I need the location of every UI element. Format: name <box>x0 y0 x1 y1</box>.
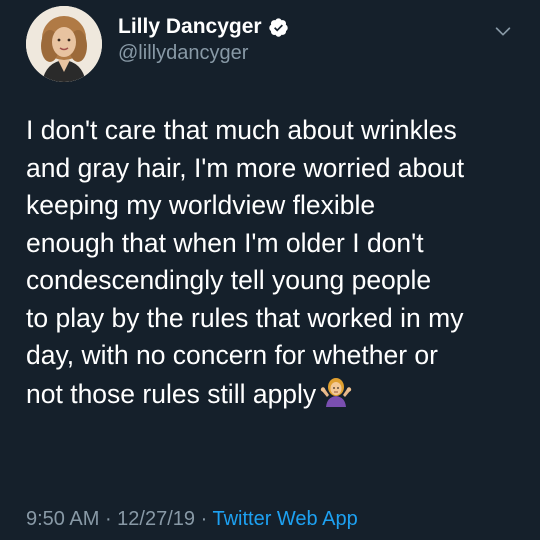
tweet-time[interactable]: 9:50 AM <box>26 508 99 530</box>
user-handle[interactable]: @lillydancyger <box>118 42 248 65</box>
tweet-date[interactable]: 12/27/19 <box>117 508 195 530</box>
tweet-source-link[interactable]: Twitter Web App <box>212 508 357 530</box>
tweet-card: Lilly Dancyger @lillydancyger I don't ca… <box>0 0 540 540</box>
tweet-line: condescendingly tell young people <box>26 265 432 295</box>
display-name[interactable]: Lilly Dancyger <box>118 15 262 39</box>
tweet-text: I don't care that much about wrinkles an… <box>26 112 526 413</box>
meta-separator: · <box>99 508 118 530</box>
verified-badge-icon <box>268 17 288 37</box>
tweet-line: day, with no concern for whether or <box>26 340 438 370</box>
tweet-line: I don't care that much about wrinkles <box>26 115 457 145</box>
name-row: Lilly Dancyger <box>118 14 289 40</box>
tweet-meta: 9:50 AM · 12/27/19 · Twitter Web App <box>26 508 358 531</box>
tweet-line: and gray hair, I'm more worried about <box>26 152 465 183</box>
avatar[interactable] <box>26 6 102 82</box>
person-shrugging-emoji <box>320 377 352 407</box>
chevron-down-icon[interactable] <box>492 20 514 42</box>
meta-separator: · <box>195 508 213 530</box>
tweet-line: keeping my worldview flexible <box>26 190 376 220</box>
tweet-line: enough that when I'm older I don't <box>26 227 424 258</box>
tweet-line: to play by the rules that worked in my <box>26 302 464 333</box>
tweet-line: not those rules still apply <box>26 378 317 409</box>
